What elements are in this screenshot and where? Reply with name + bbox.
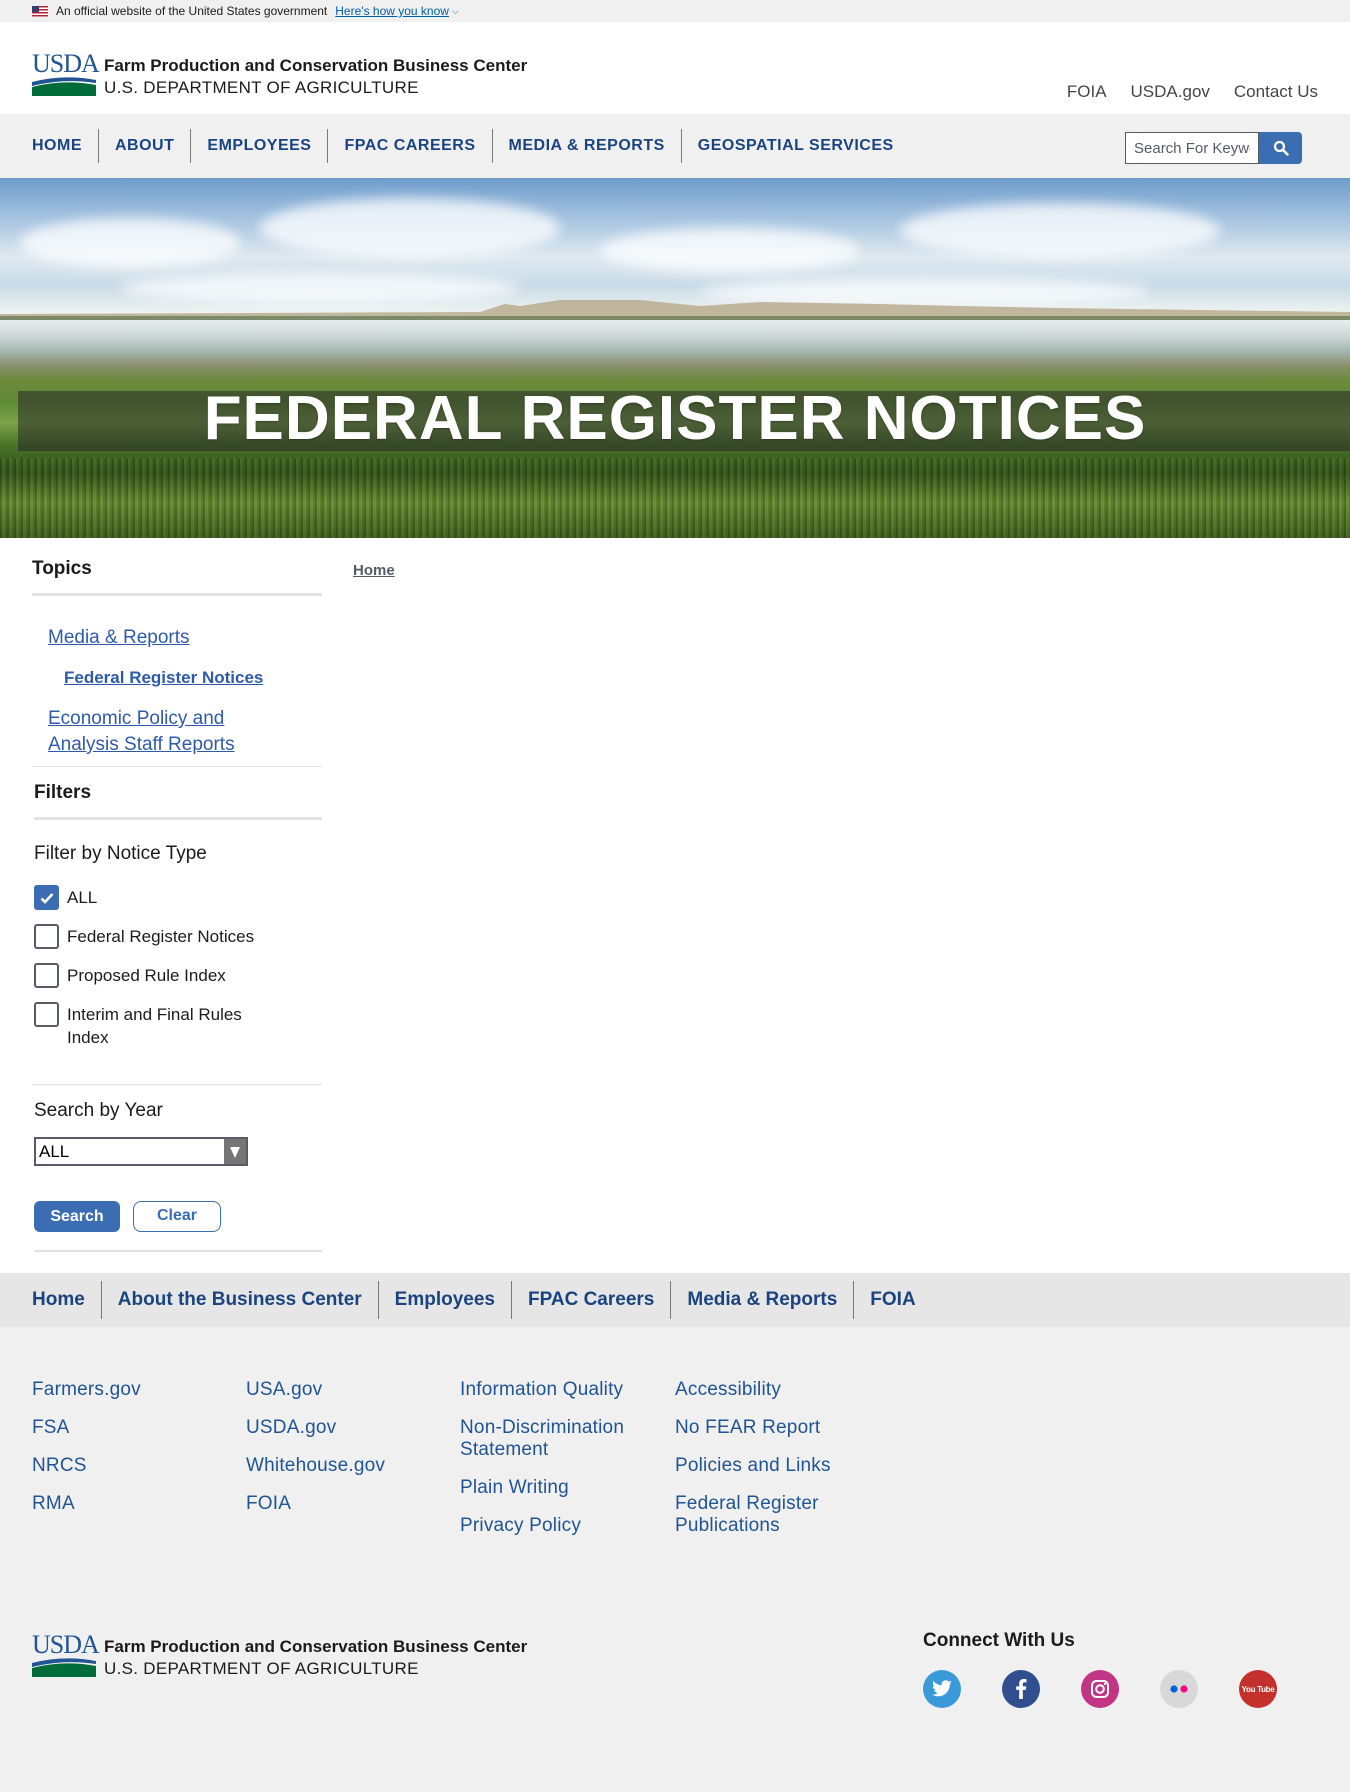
footer-nav-media-reports[interactable]: Media & Reports [670, 1281, 853, 1319]
topic-media-reports[interactable]: Media & Reports [48, 625, 190, 651]
util-link-foia[interactable]: FOIA [1067, 82, 1107, 102]
checkbox[interactable] [34, 1002, 59, 1027]
chevron-down-icon[interactable]: ⌵ [452, 6, 459, 17]
gov-banner: An official website of the United States… [0, 0, 1350, 22]
util-link-contact[interactable]: Contact Us [1234, 82, 1318, 102]
footer-org-dept: U.S. DEPARTMENT OF AGRICULTURE [104, 1659, 419, 1678]
topic-federal-register-notices[interactable]: Federal Register Notices [64, 665, 263, 691]
flickr-icon[interactable] [1160, 1670, 1198, 1708]
main-nav: HOME ABOUT EMPLOYEES FPAC CAREERS MEDIA … [0, 114, 1350, 178]
us-flag-icon [32, 5, 48, 17]
main-content: Topics Media & Reports Federal Register … [0, 538, 1350, 1273]
search-button[interactable] [1259, 132, 1302, 164]
checkmark-icon [40, 892, 53, 904]
checkbox-interim-final-rules-index[interactable]: Interim and Final Rules Index [34, 1002, 264, 1049]
footer-link[interactable]: Accessibility [675, 1379, 855, 1401]
footer-org-name: Farm Production and Conservation Busines… [104, 1637, 528, 1656]
footer-nav-employees[interactable]: Employees [377, 1281, 511, 1319]
year-select[interactable]: ALL [34, 1137, 248, 1166]
connect-heading: Connect With Us [923, 1630, 1075, 1651]
footer-col-3: Information Quality Non-Discrimination S… [460, 1379, 650, 1553]
breadcrumb-home[interactable]: Home [353, 562, 395, 579]
footer-col-2: USA.gov USDA.gov Whitehouse.gov FOIA [246, 1379, 385, 1531]
filter-by-notice-type-label: Filter by Notice Type [34, 843, 207, 864]
heres-how-you-know-link[interactable]: Here's how you know [335, 4, 449, 18]
nav-fpac-careers[interactable]: FPAC CAREERS [327, 129, 491, 163]
footer-nav-about[interactable]: About the Business Center [100, 1281, 378, 1319]
footer-link[interactable]: USDA.gov [246, 1417, 385, 1439]
clear-filter-button[interactable]: Clear [133, 1201, 221, 1232]
footer-link[interactable]: NRCS [32, 1455, 141, 1477]
org-dept: U.S. DEPARTMENT OF AGRICULTURE [104, 78, 419, 97]
search-input[interactable] [1125, 132, 1259, 164]
hero-banner: FEDERAL REGISTER NOTICES [0, 178, 1350, 538]
footer-link[interactable]: FOIA [246, 1493, 385, 1515]
footer-link[interactable]: No FEAR Report [675, 1417, 855, 1439]
footer-link[interactable]: RMA [32, 1493, 141, 1515]
org-name: Farm Production and Conservation Busines… [104, 56, 528, 75]
util-link-usda[interactable]: USDA.gov [1131, 82, 1210, 102]
site-logo[interactable]: USDA Farm Production and Conservation Bu… [32, 51, 528, 99]
search-by-year-label: Search by Year [34, 1100, 163, 1121]
footer-link[interactable]: Policies and Links [675, 1455, 855, 1477]
footer-nav-fpac-careers[interactable]: FPAC Careers [511, 1281, 670, 1319]
utility-links: FOIA USDA.gov Contact Us [1067, 82, 1318, 102]
checkbox-proposed-rule-index[interactable]: Proposed Rule Index [34, 963, 226, 988]
usda-logo-icon: USDA [32, 51, 100, 96]
topics-heading: Topics [32, 558, 92, 579]
topic-economic-policy[interactable]: Economic Policy and Analysis Staff Repor… [48, 706, 268, 758]
footer-link[interactable]: Farmers.gov [32, 1379, 141, 1401]
footer-link[interactable]: Privacy Policy [460, 1515, 650, 1537]
footer-link[interactable]: Plain Writing [460, 1477, 650, 1499]
page-title: FEDERAL REGISTER NOTICES [203, 384, 1147, 453]
footer-logo[interactable]: USDA Farm Production and Conservation Bu… [32, 1632, 528, 1680]
checkbox-all[interactable]: ALL [34, 885, 97, 910]
footer-link[interactable]: FSA [32, 1417, 141, 1439]
youtube-icon[interactable]: You Tube [1239, 1670, 1277, 1708]
checkbox[interactable] [34, 924, 59, 949]
footer-nav: Home About the Business Center Employees… [0, 1273, 1350, 1327]
twitter-icon[interactable] [923, 1670, 961, 1708]
nav-home[interactable]: HOME [32, 129, 98, 163]
nav-about[interactable]: ABOUT [98, 129, 190, 163]
checkbox[interactable] [34, 963, 59, 988]
search-filter-button[interactable]: Search [34, 1201, 120, 1232]
social-links: You Tube [923, 1670, 1277, 1708]
footer-nav-home[interactable]: Home [32, 1281, 101, 1319]
nav-geospatial-services[interactable]: GEOSPATIAL SERVICES [680, 129, 910, 163]
nav-employees[interactable]: EMPLOYEES [190, 129, 327, 163]
search-icon [1273, 140, 1289, 156]
filters-heading: Filters [34, 782, 92, 803]
instagram-icon[interactable] [1081, 1670, 1119, 1708]
footer-nav-foia[interactable]: FOIA [853, 1281, 931, 1319]
site-footer: Farmers.gov FSA NRCS RMA USA.gov USDA.go… [0, 1327, 1350, 1792]
facebook-icon[interactable] [1002, 1670, 1040, 1708]
gov-banner-text: An official website of the United States… [56, 4, 328, 18]
site-header: USDA Farm Production and Conservation Bu… [0, 22, 1350, 114]
checkbox-federal-register-notices[interactable]: Federal Register Notices [34, 924, 254, 949]
footer-col-1: Farmers.gov FSA NRCS RMA [32, 1379, 141, 1531]
usda-logo-icon: USDA [32, 1632, 100, 1677]
footer-link[interactable]: Federal Register Publications [675, 1493, 855, 1537]
site-search [1125, 132, 1302, 164]
footer-link[interactable]: Whitehouse.gov [246, 1455, 385, 1477]
nav-media-reports[interactable]: MEDIA & REPORTS [491, 129, 681, 163]
checkbox[interactable] [34, 885, 59, 910]
footer-col-4: Accessibility No FEAR Report Policies an… [675, 1379, 855, 1553]
footer-link[interactable]: USA.gov [246, 1379, 385, 1401]
footer-link[interactable]: Information Quality [460, 1379, 650, 1401]
dropdown-arrow-icon[interactable] [224, 1139, 246, 1164]
footer-link[interactable]: Non-Discrimination Statement [460, 1417, 650, 1461]
